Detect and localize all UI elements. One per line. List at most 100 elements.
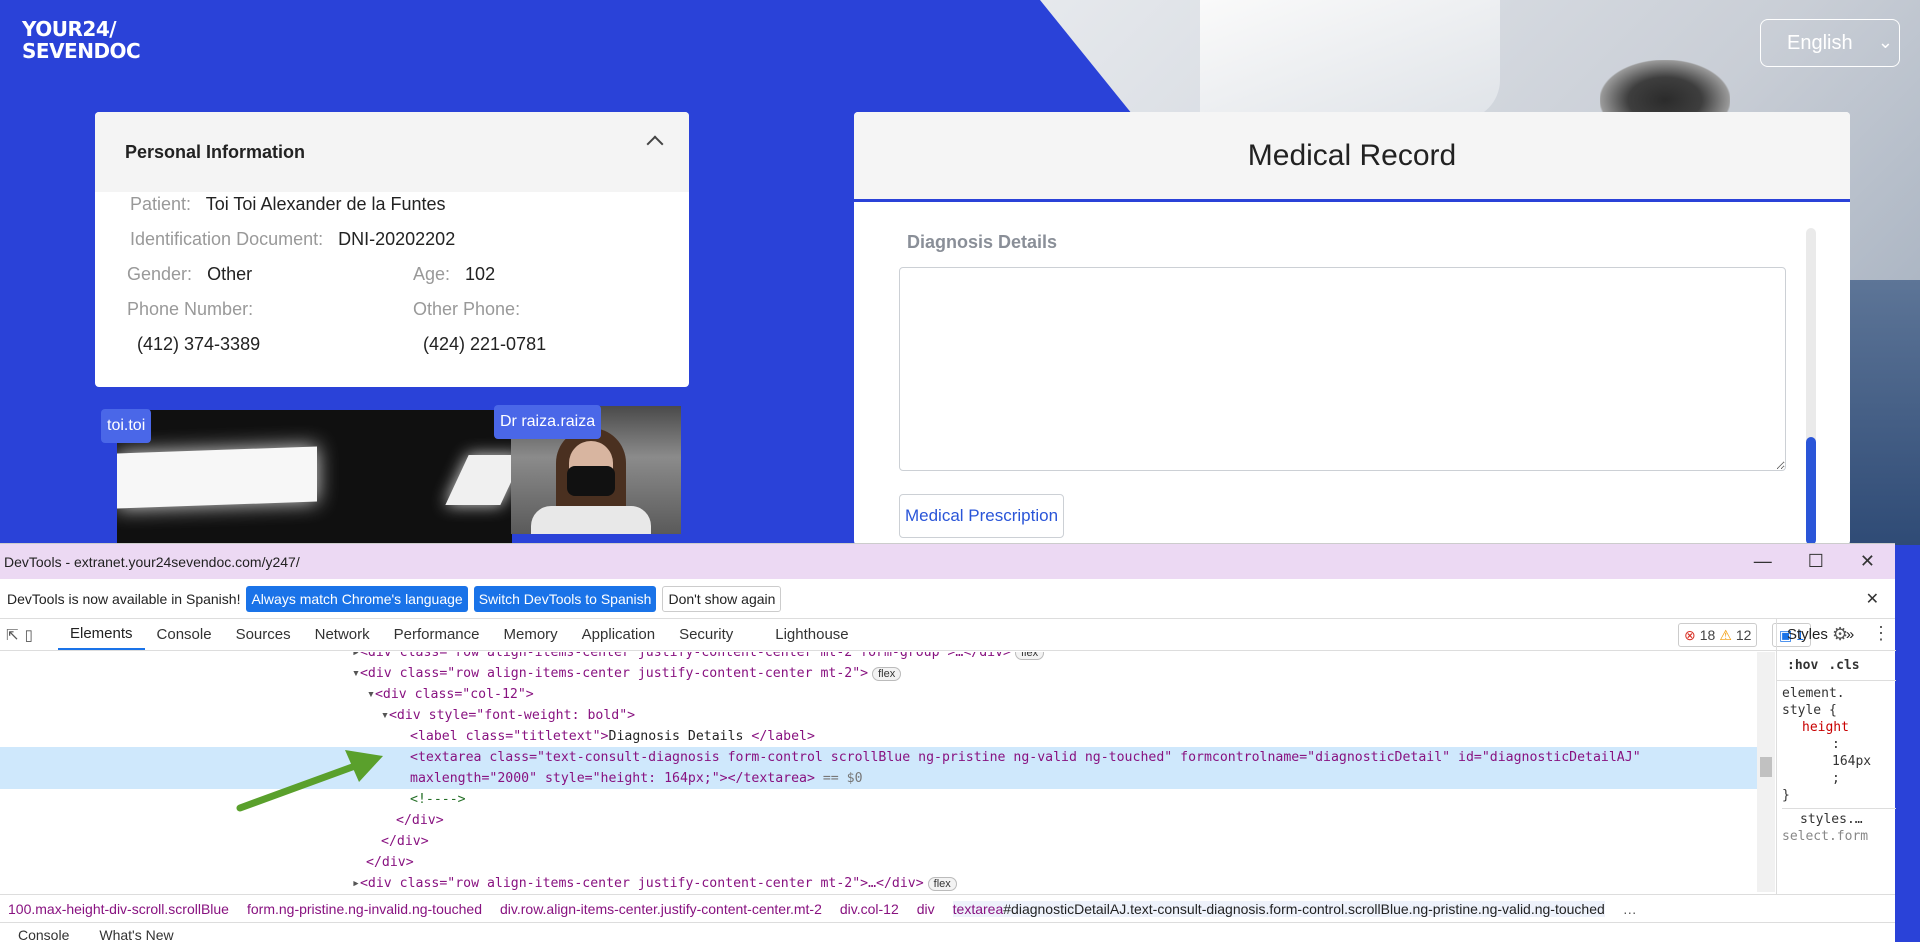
video-light (445, 455, 512, 505)
dom-node-text: Diagnosis Details (608, 729, 752, 744)
flex-badge[interactable]: flex (1015, 652, 1045, 660)
tab-styles[interactable]: Styles (1787, 626, 1828, 643)
scrollbar-thumb[interactable] (1760, 757, 1772, 777)
devtools-window: DevTools - extranet.your24sevendoc.com/y… (0, 543, 1896, 942)
diagnosis-textarea[interactable] (899, 267, 1786, 471)
medical-prescription-button[interactable]: Medical Prescription (899, 494, 1064, 538)
scrollbar-thumb[interactable] (1806, 437, 1816, 545)
rule-selector: element. (1782, 686, 1845, 701)
tab-security[interactable]: Security (667, 619, 745, 650)
breadcrumb-rest: #diagnosticDetailAJ.text-consult-diagnos… (1003, 900, 1605, 917)
collapse-triangle-icon[interactable]: ▸ (352, 876, 360, 891)
tab-network[interactable]: Network (303, 619, 382, 650)
styles-header: Styles » (1777, 619, 1896, 651)
devtools-title: DevTools - extranet.your24sevendoc.com/y… (4, 553, 300, 570)
drawer-tab-whats-new[interactable]: What's New (99, 927, 173, 942)
age-value: 102 (465, 264, 496, 284)
drawer-tab-console[interactable]: Console (18, 927, 69, 942)
other-phone-value: (424) 221-0781 (423, 334, 547, 354)
id-value: DNI-20202202 (338, 229, 456, 249)
toolbar-icons: ⇱ ▯ (0, 619, 58, 650)
doctor-video-tag: Dr raiza.raiza (494, 405, 602, 439)
minimize-icon[interactable]: — (1754, 551, 1772, 572)
patient-row: Patient: Toi Toi Alexander de la Funtes (130, 194, 446, 215)
dom-node-line[interactable]: ▾<div class="row align-items-center just… (0, 663, 1757, 684)
breadcrumb-tag: textarea (952, 900, 1004, 917)
warning-count: 12 (1735, 627, 1752, 643)
cls-toggle[interactable]: .cls (1828, 658, 1859, 673)
tab-memory[interactable]: Memory (492, 619, 570, 650)
chevron-down-icon: ⌄ (1877, 32, 1893, 52)
rule-source-link[interactable]: styles.… (1782, 808, 1896, 828)
dom-node-ref: == $0 (814, 771, 863, 786)
breadcrumb-item[interactable]: form.ng-pristine.ng-invalid.ng-touched (247, 901, 482, 917)
medical-record-title: Medical Record (854, 112, 1850, 202)
dom-node-line[interactable]: <label class="titletext">Diagnosis Detai… (0, 726, 1757, 747)
elements-scrollbar[interactable] (1757, 652, 1775, 892)
tab-console[interactable]: Console (145, 619, 224, 650)
logo[interactable]: YOUR24/ SEVENDOC (22, 17, 141, 62)
personal-info-header[interactable]: Personal Information (95, 112, 689, 192)
error-icon: ⊗ (1684, 626, 1696, 643)
device-toggle-icon[interactable]: ▯ (25, 626, 33, 644)
breadcrumb-item[interactable]: div (917, 901, 935, 917)
annotation-arrow-icon (236, 750, 383, 812)
logo-line1: YOUR24/ (22, 17, 117, 41)
dom-close-line[interactable]: </div> (0, 852, 1757, 873)
rule-value[interactable]: 164px (1782, 753, 1896, 770)
dom-node-line[interactable]: ▸<div class="row align-items-center just… (0, 873, 1757, 892)
devtools-titlebar[interactable]: DevTools - extranet.your24sevendoc.com/y… (0, 544, 1895, 579)
expand-triangle-icon[interactable]: ▾ (367, 687, 375, 702)
more-tabs-icon[interactable]: » (1846, 626, 1854, 643)
rule-property[interactable]: height (1782, 719, 1896, 736)
inspect-icon[interactable]: ⇱ (6, 626, 19, 644)
flex-badge[interactable]: flex (927, 877, 957, 891)
tab-performance[interactable]: Performance (382, 619, 492, 650)
tab-application[interactable]: Application (570, 619, 667, 650)
collapse-triangle-icon[interactable]: ▸ (352, 652, 360, 660)
breadcrumb-item[interactable]: 100.max-height-div-scroll.scrollBlue (8, 901, 229, 917)
tab-lighthouse[interactable]: Lighthouse (745, 619, 860, 650)
close-icon[interactable]: ✕ (1860, 551, 1875, 572)
personal-info-card: Personal Information Patient: Toi Toi Al… (95, 112, 689, 387)
phone-label: Phone Number: (127, 299, 254, 319)
breadcrumb-selected[interactable]: textarea#diagnosticDetailAJ.text-consult… (952, 900, 1605, 917)
warning-icon: ⚠ (1719, 626, 1732, 643)
dom-close-line[interactable]: </div> (0, 831, 1757, 852)
style-rule[interactable]: element. style { height : 164px ; } styl… (1777, 681, 1896, 845)
maximize-icon[interactable]: ☐ (1808, 551, 1824, 572)
breadcrumb-item[interactable]: div.row.align-items-center.justify-conte… (500, 901, 822, 917)
chevron-up-icon[interactable] (646, 135, 664, 153)
gender-value: Other (207, 264, 253, 284)
personal-info-title: Personal Information (125, 141, 306, 162)
dom-node-line[interactable]: ▸<div class="row align-items-center just… (0, 652, 1757, 663)
infobar-close-icon[interactable]: ✕ (1866, 589, 1879, 609)
dom-node-line[interactable]: ▾<div style="font-weight: bold"> (0, 705, 1757, 726)
breadcrumb-item[interactable]: div.col-12 (840, 901, 899, 917)
tab-sources[interactable]: Sources (224, 619, 303, 650)
dom-node-text: </label> (751, 729, 815, 744)
dom-node-text: <div style="font-weight: bold"> (388, 708, 636, 723)
tab-elements[interactable]: Elements (58, 619, 145, 650)
breadcrumb-more[interactable]: … (1623, 901, 1637, 917)
language-value: English (1787, 31, 1853, 54)
language-select[interactable]: English ⌄ (1760, 19, 1900, 67)
diagnosis-label: Diagnosis Details (907, 232, 1058, 252)
patient-video[interactable] (117, 410, 512, 545)
elements-tree[interactable]: ▸<div class="row align-items-center just… (0, 652, 1757, 892)
expand-triangle-icon[interactable]: ▾ (352, 666, 360, 681)
flex-badge[interactable]: flex (872, 667, 902, 681)
switch-to-spanish-button[interactable]: Switch DevTools to Spanish (473, 585, 657, 612)
patient-video-tag: toi.toi (101, 409, 152, 443)
dom-node-text: <div class="row align-items-center justi… (359, 666, 869, 681)
dom-node-text: <div class="row align-items-center justi… (359, 652, 1011, 660)
dom-node-line[interactable]: ▾<div class="col-12"> (0, 684, 1757, 705)
always-match-language-button[interactable]: Always match Chrome's language (246, 585, 468, 612)
video-mask (567, 466, 615, 496)
age-row: Age: 102 (413, 264, 495, 285)
dont-show-again-button[interactable]: Don't show again (662, 585, 782, 612)
language-infobar: DevTools is now available in Spanish! Al… (0, 579, 1895, 619)
hov-toggle[interactable]: :hov (1787, 658, 1818, 673)
expand-triangle-icon[interactable]: ▾ (381, 708, 389, 723)
issues-counter[interactable]: ⊗ 18 ⚠ 12 (1678, 623, 1758, 647)
